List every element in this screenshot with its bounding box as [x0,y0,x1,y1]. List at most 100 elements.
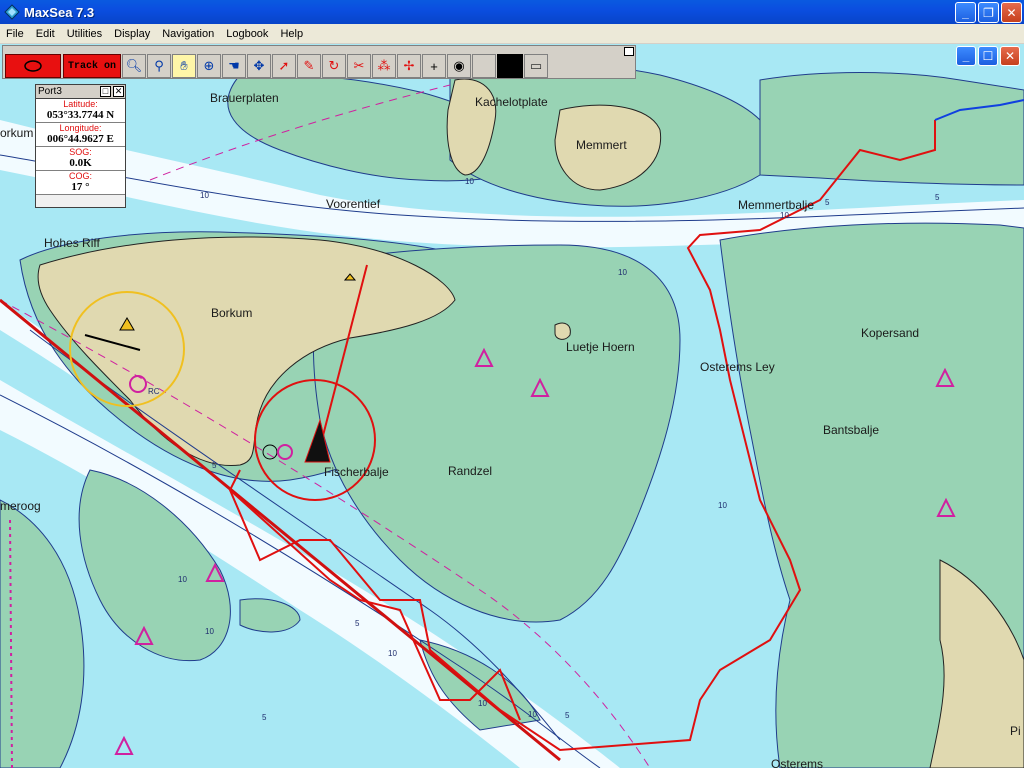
place-label: Bantsbalje [823,423,879,437]
tool-palette: Track on 🔍︎ ⚲ ✋︎ ⊕ ☚ ✥ ➚ ✎ ↻ ✂ ⁂ ✢ + ◉ ▭ [2,45,636,79]
panel-maximize-button[interactable]: □ [100,86,111,97]
compass-tool-button[interactable]: ⚲ [147,54,171,78]
place-label: Kachelotplate [475,95,548,109]
scatter-tool-button[interactable]: ⁂ [372,54,396,78]
place-label: Voorentief [326,197,381,211]
menu-display[interactable]: Display [108,28,156,40]
latitude-label: Latitude: [63,99,98,109]
scissors-tool-button[interactable]: ✂ [347,54,371,78]
grab-tool-button[interactable]: ☚ [222,54,246,78]
sog-label: SOG: [69,147,92,157]
maximize-icon: ☐ [982,49,994,63]
panel-close-button[interactable]: ✕ [113,86,124,97]
depth-label: 10 [780,211,789,220]
close-button[interactable]: ✕ [1001,2,1022,23]
pencil-icon: ✎ [303,58,315,73]
latitude-value: 053°33.7744 N [36,109,125,123]
longitude-value: 006°44.9627 E [36,133,125,147]
move-icon: ✢ [403,58,415,73]
move-tool-button[interactable]: ✢ [397,54,421,78]
chart-minimize-button[interactable]: _ [956,46,976,66]
hand-icon: ✋︎ [180,58,188,73]
depth-label: 5 [935,193,940,202]
place-label: Brauerplaten [210,91,279,105]
longitude-label: Longitude: [59,123,102,133]
scatter-icon: ⁂ [377,58,391,73]
place-label: Pi [1010,724,1021,738]
depth-label: 10 [388,649,397,658]
place-label: orkum [0,126,33,140]
close-icon: ✕ [1004,49,1016,63]
crosshair-icon: ⊕ [203,58,215,73]
beacon-label: RC [148,387,160,396]
place-label: Fischerbalje [324,465,389,479]
place-label: Memmertbalje [738,198,814,212]
menu-navigation[interactable]: Navigation [156,28,220,40]
display-icon: ▭ [529,58,543,73]
scissors-icon: ✂ [353,58,365,73]
minimize-icon: _ [962,5,969,20]
depth-label: 5 [355,619,360,628]
panel-title: Port3 [38,86,62,97]
chart-window-controls: _ ☐ ✕ [956,46,1020,66]
place-label: Kopersand [861,326,919,340]
menu-edit[interactable]: Edit [30,28,61,40]
man-overboard-button[interactable] [5,54,61,78]
pointer-icon: ➚ [278,58,290,73]
close-icon: ✕ [1006,5,1017,20]
panel-header: Port3 □ ✕ [36,85,125,99]
pencil-tool-button[interactable]: ✎ [297,54,321,78]
depth-label: 5 [565,711,570,720]
maximize-icon: □ [102,86,109,96]
depth-label: 10 [528,710,537,719]
compass-icon: ⚲ [154,58,164,73]
route-tool-button[interactable]: ✥ [247,54,271,78]
target-tool-button[interactable]: ◉ [447,54,471,78]
chart-maximize-button[interactable]: ☐ [978,46,998,66]
blank-tool-button[interactable] [472,54,496,78]
depth-label: 5 [212,461,217,470]
place-label: Memmert [576,138,627,152]
color-swatch[interactable] [497,54,523,78]
depth-label: 10 [178,575,187,584]
chart-canvas[interactable]: Brauerplaten Kachelotplate Memmert Voore… [0,44,1024,768]
place-label: meroog [0,499,41,513]
display-tool-button[interactable]: ▭ [524,54,548,78]
palette-collapse-button[interactable] [624,47,634,56]
pan-tool-button[interactable]: ✋︎ [172,54,196,78]
cycle-tool-button[interactable]: ↻ [322,54,346,78]
place-label: Osterems [771,757,823,768]
flat-north-east [759,72,1024,186]
plus-icon: + [430,58,438,74]
menu-logbook[interactable]: Logbook [220,28,274,40]
chart-close-button[interactable]: ✕ [1000,46,1020,66]
cog-value: 17 ° [36,181,125,195]
magnifier-icon: 🔍︎ [125,58,143,73]
land-luetje-hoern [554,322,571,340]
depth-label: 10 [200,191,209,200]
pointer-tool-button[interactable]: ➚ [272,54,296,78]
plus-tool-button[interactable]: + [422,54,446,78]
depth-label: 10 [478,699,487,708]
cursor-tool-button[interactable]: ⊕ [197,54,221,78]
depth-label: 5 [262,713,267,722]
menu-file[interactable]: File [0,28,30,40]
track-toggle-button[interactable]: Track on [63,54,121,78]
menu-help[interactable]: Help [274,28,309,40]
close-icon: ✕ [114,86,123,96]
menu-utilities[interactable]: Utilities [61,28,108,40]
target-icon [24,60,42,72]
restore-button[interactable]: ❐ [978,2,999,23]
route-icon: ✥ [253,58,265,73]
cycle-icon: ↻ [328,58,340,73]
menu-bar: File Edit Utilities Display Navigation L… [0,24,1024,44]
place-label: Borkum [211,306,252,320]
cog-label: COG: [68,171,92,181]
minimize-button[interactable]: _ [955,2,976,23]
nautical-chart[interactable]: Brauerplaten Kachelotplate Memmert Voore… [0,44,1024,768]
depth-label: 5 [825,198,830,207]
window-title: MaxSea 7.3 [24,4,95,20]
depth-label: 10 [205,627,214,636]
restore-icon: ❐ [983,5,994,20]
zoom-tool-button[interactable]: 🔍︎ [122,54,146,78]
